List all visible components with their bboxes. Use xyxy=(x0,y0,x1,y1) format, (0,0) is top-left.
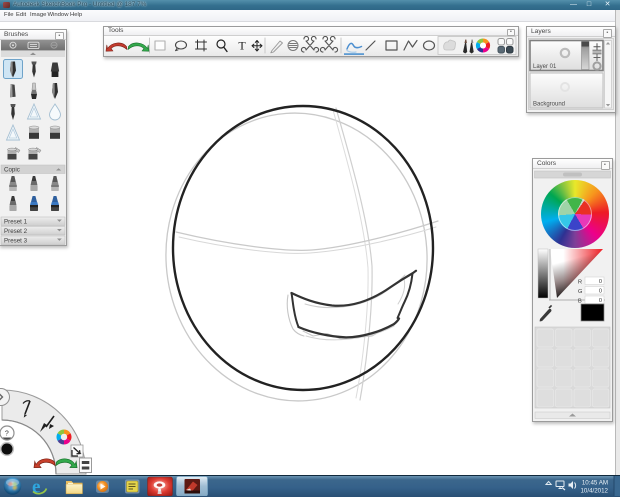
svg-text:0: 0 xyxy=(599,298,602,304)
svg-text:B: B xyxy=(578,299,582,305)
svg-text:R: R xyxy=(578,280,582,286)
svg-text:T: T xyxy=(238,39,246,53)
svg-text:0: 0 xyxy=(599,279,602,285)
svg-text:Background: Background xyxy=(533,102,565,108)
svg-text:?: ? xyxy=(5,431,9,438)
svg-text:0: 0 xyxy=(599,289,602,295)
svg-text:10/4/2012: 10/4/2012 xyxy=(580,488,608,495)
svg-text:10:45 AM: 10:45 AM xyxy=(582,480,608,487)
svg-text:Preset 2: Preset 2 xyxy=(4,228,28,235)
svg-text:Copic: Copic xyxy=(4,167,20,174)
svg-text:Preset 1: Preset 1 xyxy=(4,219,28,226)
svg-text:G: G xyxy=(578,289,582,295)
svg-text:Preset 3: Preset 3 xyxy=(4,238,28,245)
svg-text:Layer 01: Layer 01 xyxy=(533,64,557,70)
